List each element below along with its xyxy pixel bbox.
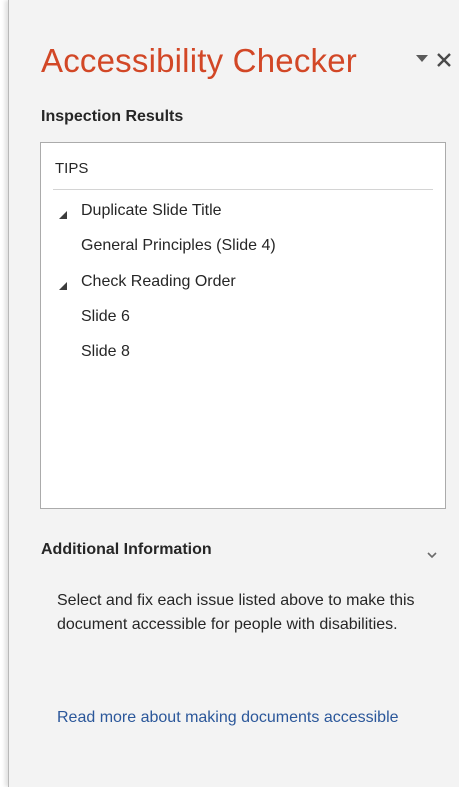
pane-title: Accessibility Checker	[41, 42, 357, 79]
close-icon	[437, 53, 451, 67]
collapse-arrow-icon[interactable]	[58, 207, 68, 219]
close-button[interactable]	[433, 48, 455, 72]
tips-category-label: TIPS	[55, 160, 89, 177]
chevron-down-icon[interactable]	[426, 547, 438, 559]
pane-title-controls	[415, 48, 455, 74]
tree-item-general-principles[interactable]: General Principles (Slide 4)	[81, 237, 276, 255]
inspection-results-list[interactable]: TIPS Duplicate Slide Title General Princ…	[40, 142, 446, 509]
collapse-arrow-icon[interactable]	[58, 278, 68, 290]
tree-item-slide-8[interactable]: Slide 8	[81, 343, 130, 361]
tree-group-check-reading-order[interactable]: Check Reading Order	[81, 273, 236, 291]
accessibility-checker-pane: Accessibility Checker Inspection Results…	[8, 0, 459, 787]
caret-down-icon	[416, 55, 428, 62]
additional-information-heading: Additional Information	[41, 541, 212, 558]
inspection-results-heading: Inspection Results	[41, 108, 184, 125]
tree-group-duplicate-slide-title[interactable]: Duplicate Slide Title	[81, 202, 222, 220]
additional-information-header[interactable]: Additional Information	[40, 541, 444, 565]
additional-information-text: Select and fix each issue listed above t…	[57, 592, 415, 633]
tips-divider	[53, 189, 433, 190]
read-more-link[interactable]: Read more about making documents accessi…	[57, 706, 417, 730]
pane-options-button[interactable]	[415, 52, 429, 66]
tree-item-slide-6[interactable]: Slide 6	[81, 308, 130, 326]
